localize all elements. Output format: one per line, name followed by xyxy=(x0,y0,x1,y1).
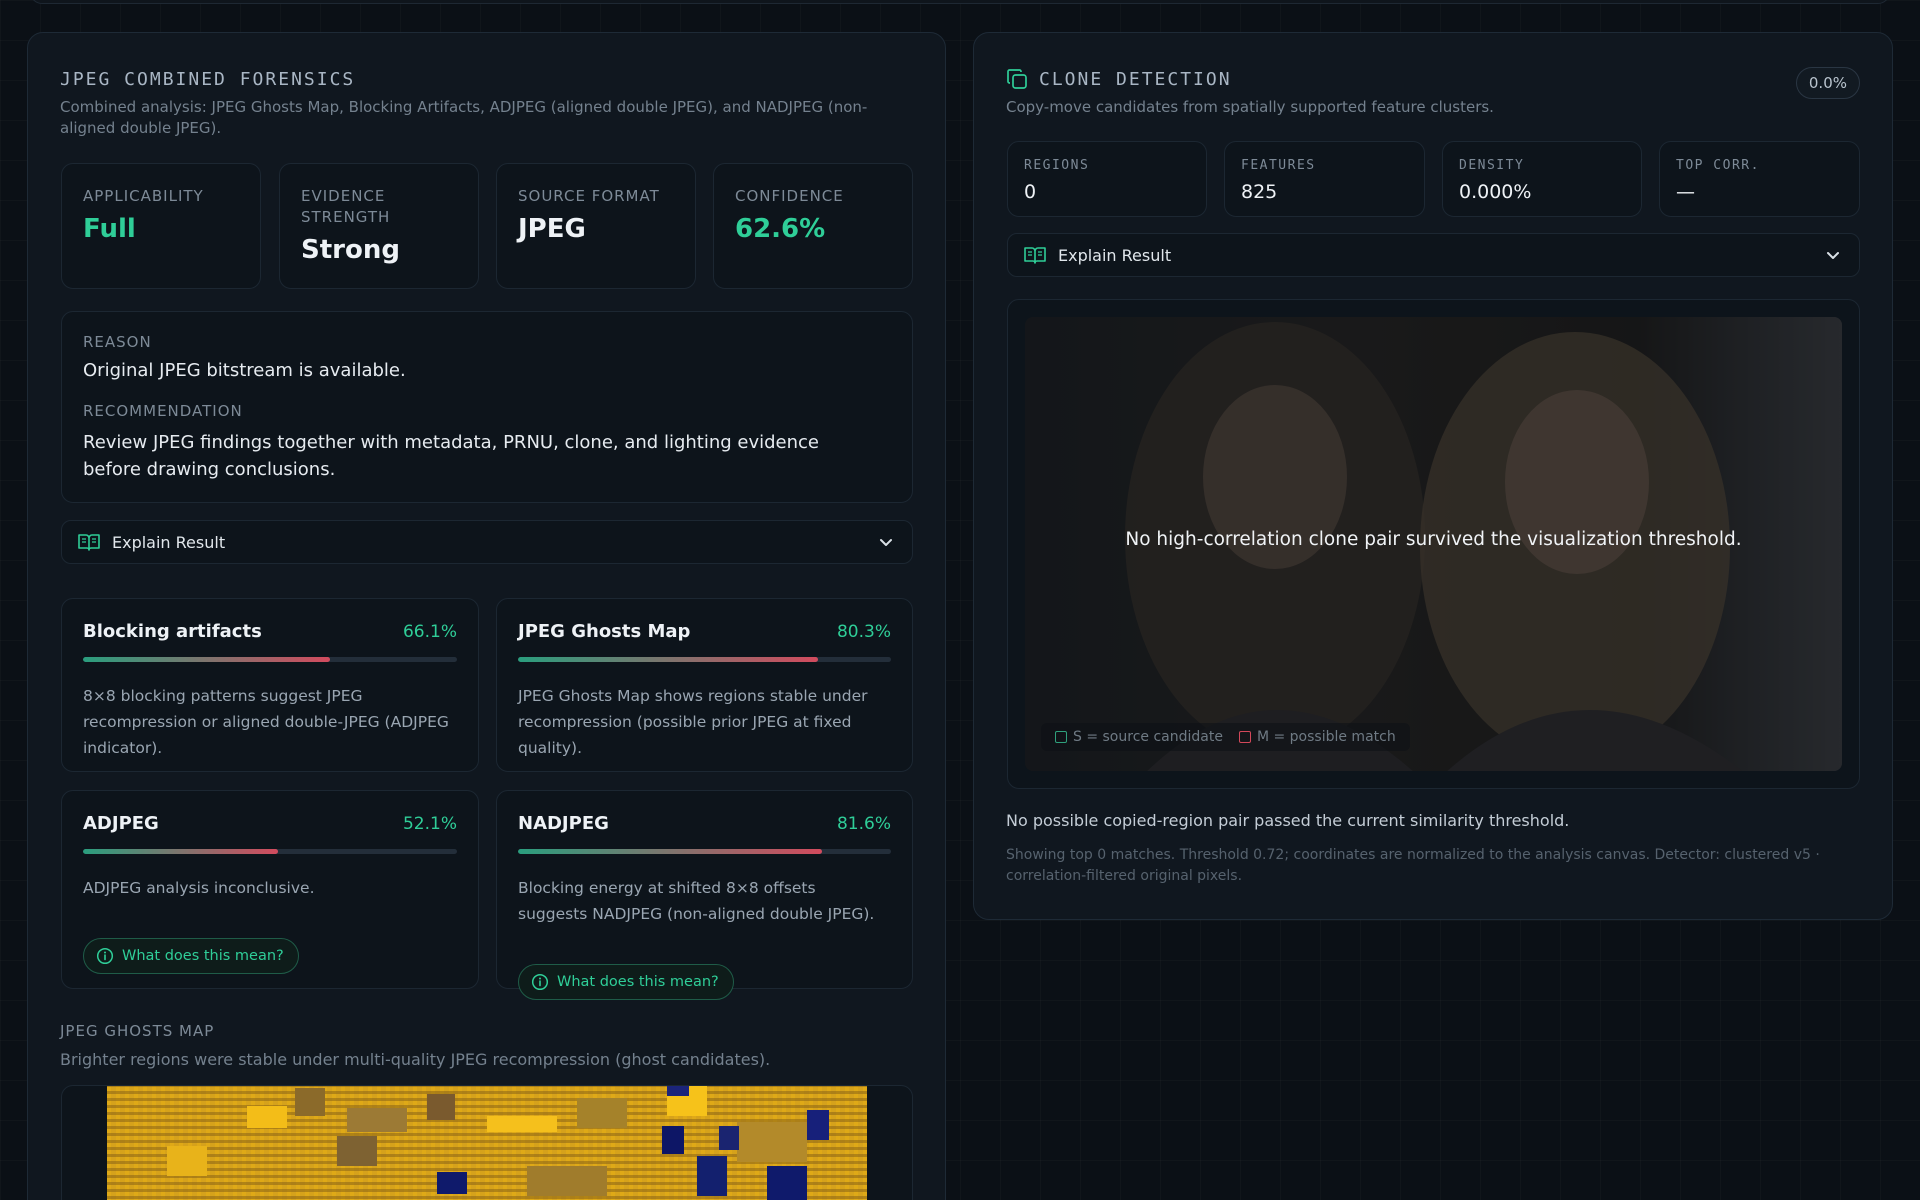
jpeg-forensics-panel: JPEG COMBINED FORENSICS Combined analysi… xyxy=(27,32,946,1200)
stat-card-features: FEATURES 825 xyxy=(1224,141,1425,217)
what-does-this-mean-button[interactable]: What does this mean? xyxy=(518,964,734,1000)
stat-card-evidence-strength: EVIDENCE STRENGTH Strong xyxy=(279,163,479,289)
clone-visualization-frame: No high-correlation clone pair survived … xyxy=(1007,299,1860,789)
metric-bar xyxy=(518,849,891,854)
metric-percent: 80.3% xyxy=(836,621,891,642)
metric-percent: 81.6% xyxy=(836,813,891,834)
match-legend: S = source candidate M = possible match xyxy=(1041,723,1410,751)
info-button-label: What does this mean? xyxy=(557,974,719,990)
source-legend-swatch xyxy=(1055,731,1067,743)
match-legend-swatch xyxy=(1238,731,1251,743)
stat-card-regions: REGIONS 0 xyxy=(1007,141,1207,217)
metric-percent: 52.1% xyxy=(402,813,457,834)
metric-bar xyxy=(83,657,457,662)
stat-value: 825 xyxy=(1241,181,1278,203)
metric-card-adjpeg: ADJPEG 52.1% ADJPEG analysis inconclusive… xyxy=(61,790,479,989)
stat-label: EVIDENCE STRENGTH xyxy=(301,187,391,226)
metric-bar-fill xyxy=(83,849,278,854)
stat-card-confidence: CONFIDENCE 62.6% xyxy=(713,163,913,289)
stat-label: APPLICABILITY xyxy=(83,187,204,205)
clone-score-chip: 0.0% xyxy=(1795,67,1860,99)
stat-label: REGIONS xyxy=(1024,158,1090,173)
metric-name: Blocking artifacts xyxy=(83,621,262,642)
stat-label: DENSITY xyxy=(1459,158,1525,173)
stat-label: FEATURES xyxy=(1241,158,1316,173)
stat-value: — xyxy=(1676,181,1695,203)
stat-value: 62.6% xyxy=(735,214,826,244)
chevron-down-icon xyxy=(1827,252,1839,259)
metric-description: JPEG Ghosts Map shows regions stable und… xyxy=(518,687,868,757)
explain-result-toggle[interactable]: Explain Result xyxy=(1007,233,1860,277)
ghost-map-title: JPEG GHOSTS MAP xyxy=(60,1022,215,1040)
panel-subtitle: Copy-move candidates from spatially supp… xyxy=(1006,98,1494,116)
stat-value: Full xyxy=(83,214,136,244)
metric-name: ADJPEG xyxy=(83,813,159,834)
top-toolbar-edge xyxy=(30,0,1890,4)
stat-label: TOP CORR. xyxy=(1676,158,1760,173)
metric-bar xyxy=(83,849,457,854)
metric-card-blocking: Blocking artifacts 66.1% 8×8 blocking pat… xyxy=(61,598,479,772)
metric-bar xyxy=(518,657,891,662)
metric-description: 8×8 blocking patterns suggest JPEG recom… xyxy=(83,687,449,757)
stat-card-source-format: SOURCE FORMAT JPEG xyxy=(496,163,696,289)
source-legend-label: S = source candidate xyxy=(1073,729,1223,745)
copy-icon xyxy=(1007,69,1027,89)
stat-card-applicability: APPLICABILITY Full xyxy=(61,163,261,289)
explain-result-toggle[interactable]: Explain Result xyxy=(61,520,913,564)
info-icon xyxy=(531,973,549,991)
recommendation-label: RECOMMENDATION xyxy=(83,402,243,420)
panel-title: CLONE DETECTION xyxy=(1039,69,1232,90)
reason-card: REASON Original JPEG bitstream is availa… xyxy=(61,311,913,503)
clone-footnote: Showing top 0 matches. Threshold 0.72; c… xyxy=(1006,847,1820,884)
ghost-map-frame xyxy=(61,1085,913,1200)
stat-label: CONFIDENCE xyxy=(735,187,844,205)
metric-description: Blocking energy at shifted 8×8 offsets s… xyxy=(518,879,875,923)
stat-card-density: DENSITY 0.000% xyxy=(1442,141,1642,217)
metric-card-nadjpeg: NADJPEG 81.6% Blocking energy at shifted … xyxy=(496,790,913,1000)
book-icon xyxy=(78,534,100,551)
book-icon xyxy=(1024,247,1046,264)
panel-title: JPEG COMBINED FORENSICS xyxy=(60,69,356,90)
metric-description: ADJPEG analysis inconclusive. xyxy=(83,879,315,897)
ghost-map-subtitle: Brighter regions were stable under multi… xyxy=(60,1050,771,1069)
info-icon xyxy=(96,947,114,965)
reason-label: REASON xyxy=(83,333,152,351)
metric-percent: 66.1% xyxy=(402,621,457,642)
explain-result-label: Explain Result xyxy=(1058,245,1172,265)
metric-name: JPEG Ghosts Map xyxy=(518,621,691,642)
ghost-map-image xyxy=(107,1086,867,1200)
stat-value: 0 xyxy=(1024,181,1037,203)
overlay-message: No high-correlation clone pair survived … xyxy=(1125,529,1742,550)
clone-detection-panel: CLONE DETECTION Copy-move candidates fro… xyxy=(973,32,1893,920)
metric-bar-fill xyxy=(83,657,331,662)
info-button-label: What does this mean? xyxy=(122,948,284,964)
analyzed-photo: No high-correlation clone pair survived … xyxy=(1025,317,1842,771)
explain-result-label: Explain Result xyxy=(112,532,226,552)
stat-value: Strong xyxy=(301,235,400,265)
stat-value: 0.000% xyxy=(1459,181,1532,203)
panel-subtitle: Combined analysis: JPEG Ghosts Map, Bloc… xyxy=(60,98,868,137)
metric-name: NADJPEG xyxy=(518,813,609,834)
chevron-down-icon xyxy=(880,539,892,546)
stat-label: SOURCE FORMAT xyxy=(518,187,660,205)
stat-card-top-corr: TOP CORR. — xyxy=(1659,141,1860,217)
metric-bar-fill xyxy=(518,657,818,662)
metric-bar-fill xyxy=(518,849,823,854)
recommendation-text: Review JPEG findings together with metad… xyxy=(83,432,820,480)
reason-text: Original JPEG bitstream is available. xyxy=(83,360,406,381)
match-legend-label: M = possible match xyxy=(1256,729,1396,745)
clone-result-text: No possible copied-region pair passed th… xyxy=(1006,811,1570,830)
stat-value: JPEG xyxy=(518,214,586,244)
what-does-this-mean-button[interactable]: What does this mean? xyxy=(83,938,299,974)
metric-card-ghosts: JPEG Ghosts Map 80.3% JPEG Ghosts Map sho… xyxy=(496,598,913,772)
